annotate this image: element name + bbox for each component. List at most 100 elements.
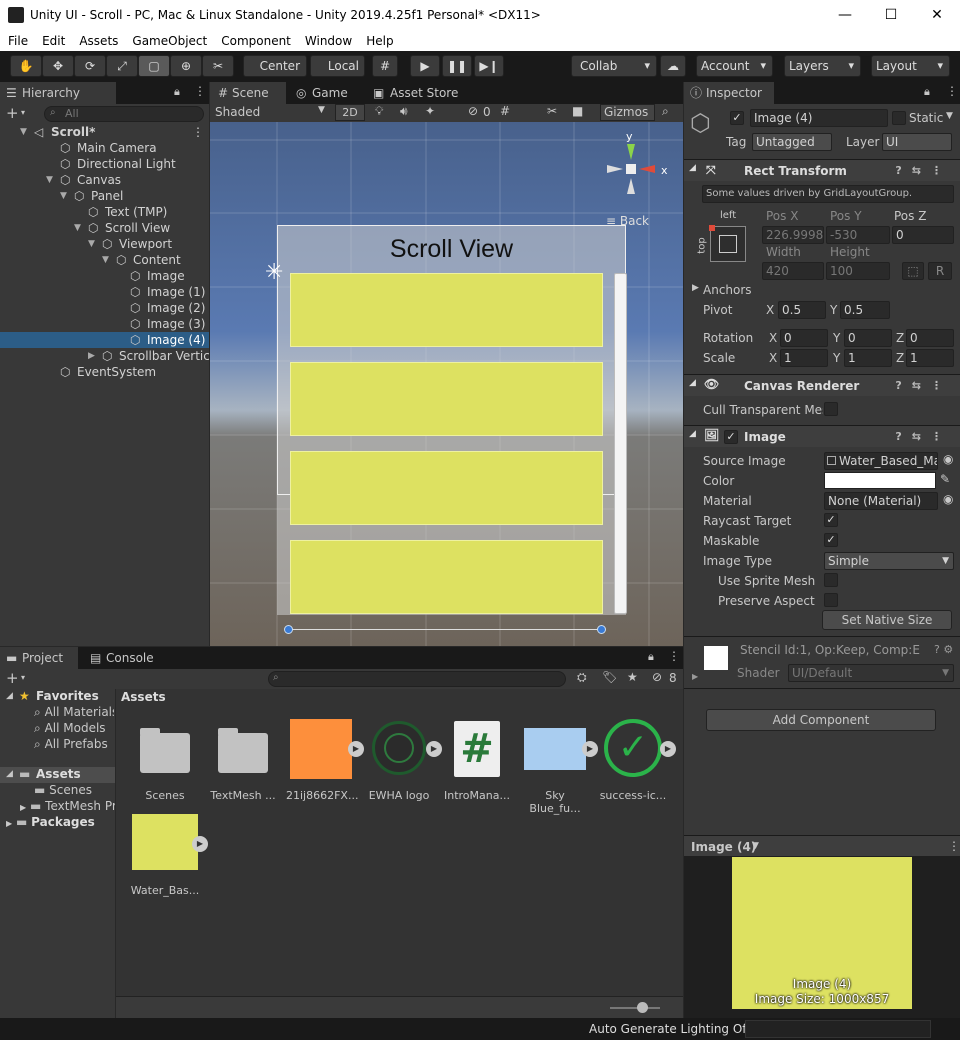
- image-enabled-checkbox[interactable]: ✓: [724, 430, 738, 444]
- menu-edit[interactable]: Edit: [35, 32, 72, 50]
- foldout-arrow-icon[interactable]: ▼: [74, 220, 86, 236]
- tab-asset-store[interactable]: ▣ Asset Store: [368, 82, 468, 104]
- object-name-field[interactable]: Image (4): [750, 109, 888, 127]
- pivot-rotation-button[interactable]: Local: [310, 55, 365, 77]
- content-image-4[interactable]: [290, 540, 603, 614]
- menu-assets[interactable]: Assets: [72, 32, 125, 50]
- hierarchy-item[interactable]: ▼ ⬡ Canvas: [0, 172, 209, 188]
- pause-button[interactable]: ❚❚: [442, 55, 472, 77]
- height-field[interactable]: 100: [826, 262, 890, 280]
- pos-z-field[interactable]: 0: [892, 226, 954, 244]
- rect-handle-left[interactable]: [284, 625, 293, 634]
- asset-item[interactable]: ▶ Sky Blue_fu...: [520, 719, 598, 815]
- filter-type-icon[interactable]: ⛭: [577, 670, 587, 685]
- hierarchy-item[interactable]: ⬡ Image (1): [0, 284, 209, 300]
- add-plus-icon[interactable]: +: [6, 669, 19, 687]
- hierarchy-item[interactable]: ⬡ Directional Light: [0, 156, 209, 172]
- tree-item-scenes[interactable]: ▬ Scenes: [34, 783, 92, 797]
- tools-icon[interactable]: ✂: [547, 104, 557, 118]
- rot-x-field[interactable]: 0: [780, 329, 828, 347]
- asset-item[interactable]: ✓ ▶ success-ic...: [598, 719, 676, 802]
- hierarchy-item[interactable]: ▼ ◁ Scroll* ⋮: [0, 124, 209, 140]
- expand-sprite-icon[interactable]: ▶: [348, 741, 364, 757]
- hierarchy-item[interactable]: ▼ ⬡ Content: [0, 252, 209, 268]
- project-search-input[interactable]: [268, 671, 566, 687]
- scale-tool-icon[interactable]: ⤢: [106, 55, 138, 77]
- active-checkbox[interactable]: ✓: [730, 111, 744, 125]
- menu-file[interactable]: File: [1, 32, 35, 50]
- pivot-x-field[interactable]: 0.5: [778, 301, 826, 319]
- account-dropdown[interactable]: Account: [696, 55, 773, 77]
- shading-dropdown[interactable]: Shaded: [215, 105, 260, 119]
- image-type-dropdown[interactable]: Simple ▼: [824, 552, 954, 570]
- close-button[interactable]: ✕: [914, 4, 960, 28]
- grid-toggle-icon[interactable]: #: [500, 104, 510, 118]
- asset-item[interactable]: ▶ EWHA logo: [364, 719, 442, 802]
- custom-tool-icon[interactable]: ✂: [202, 55, 234, 77]
- hierarchy-item[interactable]: ▼ ⬡ Panel: [0, 188, 209, 204]
- asset-item[interactable]: ▶ Water_Bas...: [130, 814, 208, 897]
- menu-component[interactable]: Component: [214, 32, 298, 50]
- expand-sprite-icon[interactable]: ▶: [660, 741, 676, 757]
- kebab-menu-icon[interactable]: ⋮: [192, 124, 204, 140]
- scale-x-field[interactable]: 1: [780, 349, 828, 367]
- rect-handle-right[interactable]: [597, 625, 606, 634]
- collab-dropdown[interactable]: Collab: [571, 55, 657, 77]
- tab-game[interactable]: ◎ Game: [290, 82, 368, 104]
- rect-transform-header[interactable]: ◢ ⤧ Rect Transform ?⇆⋮: [684, 159, 960, 181]
- canvas-renderer-header[interactable]: ◢ 👁︎ Canvas Renderer ?⇆⋮: [684, 374, 960, 396]
- tab-scene[interactable]: # Scene: [210, 82, 286, 104]
- hierarchy-item[interactable]: ▼ ⬡ Viewport: [0, 236, 209, 252]
- menu-gameobject[interactable]: GameObject: [125, 32, 214, 50]
- hierarchy-item[interactable]: ⬡ Image: [0, 268, 209, 284]
- static-checkbox[interactable]: [892, 111, 906, 125]
- audio-icon[interactable]: 🔊︎: [400, 104, 408, 119]
- foldout-arrow-icon[interactable]: ▼: [46, 172, 58, 188]
- rot-y-field[interactable]: 0: [844, 329, 892, 347]
- add-plus-icon[interactable]: +: [6, 104, 19, 122]
- set-native-size-button[interactable]: Set Native Size: [822, 610, 952, 630]
- cull-transparent-checkbox[interactable]: [824, 402, 838, 416]
- tab-project[interactable]: ▬ Project: [0, 647, 78, 669]
- shader-dropdown[interactable]: UI/Default ▼: [788, 664, 954, 682]
- zoom-slider-track[interactable]: [610, 1007, 660, 1009]
- layers-dropdown[interactable]: Layers: [784, 55, 861, 77]
- kebab-menu-icon[interactable]: ⋮: [948, 839, 960, 853]
- menu-help[interactable]: Help: [359, 32, 400, 50]
- foldout-arrow-icon[interactable]: ◢: [6, 691, 13, 701]
- rotate-tool-icon[interactable]: ⟳: [74, 55, 106, 77]
- scrollbar-vertical[interactable]: [614, 273, 627, 614]
- grid-snap-icon[interactable]: #: [372, 55, 398, 77]
- hierarchy-item[interactable]: ⬡ Image (2): [0, 300, 209, 316]
- kebab-menu-icon[interactable]: ⋮: [946, 84, 958, 98]
- tree-item-all-materials[interactable]: ⌕ All Materials: [34, 705, 114, 720]
- use-sprite-mesh-checkbox[interactable]: [824, 573, 838, 587]
- chevron-down-icon[interactable]: ▾: [21, 108, 25, 117]
- add-component-button[interactable]: Add Component: [706, 709, 936, 731]
- rect-tool-icon[interactable]: ▢: [138, 55, 170, 77]
- play-button[interactable]: ▶: [410, 55, 440, 77]
- layout-dropdown[interactable]: Layout: [871, 55, 950, 77]
- anchor-preset-button[interactable]: [709, 225, 746, 262]
- lighting-icon[interactable]: 💡︎: [375, 104, 383, 119]
- component-menu-icons[interactable]: ?⇆⋮: [895, 430, 952, 443]
- expand-sprite-icon[interactable]: ▶: [582, 741, 598, 757]
- mode-2d-button[interactable]: 2D: [335, 104, 365, 121]
- asset-item[interactable]: # IntroMana...: [442, 719, 512, 802]
- scene-viewport[interactable]: Scroll View ✳ ≡ Back y x: [210, 122, 683, 646]
- hierarchy-item[interactable]: ⬡ Main Camera: [0, 140, 209, 156]
- hierarchy-item[interactable]: ⬡ Image (3): [0, 316, 209, 332]
- move-tool-icon[interactable]: ✥: [42, 55, 74, 77]
- chevron-down-icon[interactable]: ▼: [946, 111, 953, 121]
- component-menu-icons[interactable]: ? ⚙: [934, 643, 953, 656]
- hidden-packages-icon[interactable]: ⊘: [652, 670, 662, 684]
- maskable-checkbox[interactable]: ✓: [824, 533, 838, 547]
- raycast-target-checkbox[interactable]: ✓: [824, 513, 838, 527]
- hierarchy-search-input[interactable]: All: [44, 106, 204, 122]
- lock-icon[interactable]: 🔒︎: [924, 85, 930, 99]
- anchors-foldout-icon[interactable]: ▶: [692, 283, 699, 293]
- foldout-arrow-icon[interactable]: ▶: [88, 348, 100, 364]
- lock-icon[interactable]: 🔒︎: [174, 85, 180, 99]
- object-picker-icon[interactable]: ◉: [943, 452, 953, 466]
- step-button[interactable]: ▶❙: [474, 55, 504, 77]
